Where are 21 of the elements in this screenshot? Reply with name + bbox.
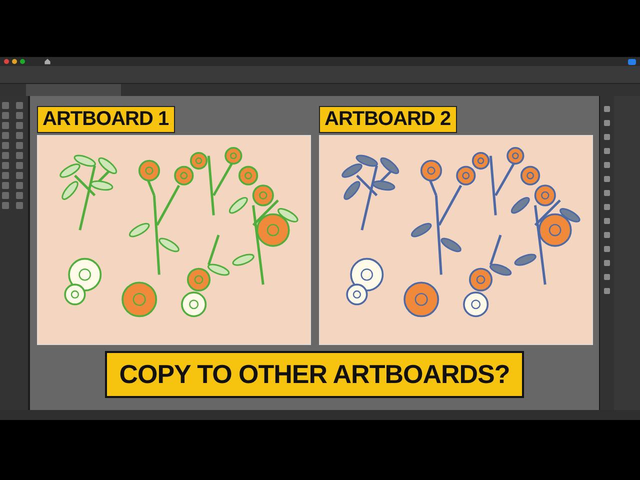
artboard-label: ARTBOARD 2 xyxy=(318,106,457,133)
panel-icon[interactable] xyxy=(604,162,610,168)
panel-icon[interactable] xyxy=(604,190,610,196)
panel-icon[interactable] xyxy=(604,260,610,266)
panel-icon[interactable] xyxy=(604,106,610,112)
panel-icon[interactable] xyxy=(604,246,610,252)
artboard-label: ARTBOARD 1 xyxy=(36,106,175,133)
panel-icon[interactable] xyxy=(604,120,610,126)
minimize-icon[interactable] xyxy=(12,59,17,64)
maximize-icon[interactable] xyxy=(20,59,25,64)
panel-icon[interactable] xyxy=(604,134,610,140)
panel-icon[interactable] xyxy=(604,148,610,154)
panel-icon[interactable] xyxy=(604,232,610,238)
banner-caption: COPY TO OTHER ARTBOARDS? xyxy=(105,351,524,398)
panel-icon[interactable] xyxy=(604,274,610,280)
panel-icon[interactable] xyxy=(604,218,610,224)
panel-icon[interactable] xyxy=(604,204,610,210)
panel-icon[interactable] xyxy=(604,288,610,294)
panel-icon[interactable] xyxy=(604,176,610,182)
close-icon[interactable] xyxy=(4,59,9,64)
share-button[interactable] xyxy=(628,58,636,64)
